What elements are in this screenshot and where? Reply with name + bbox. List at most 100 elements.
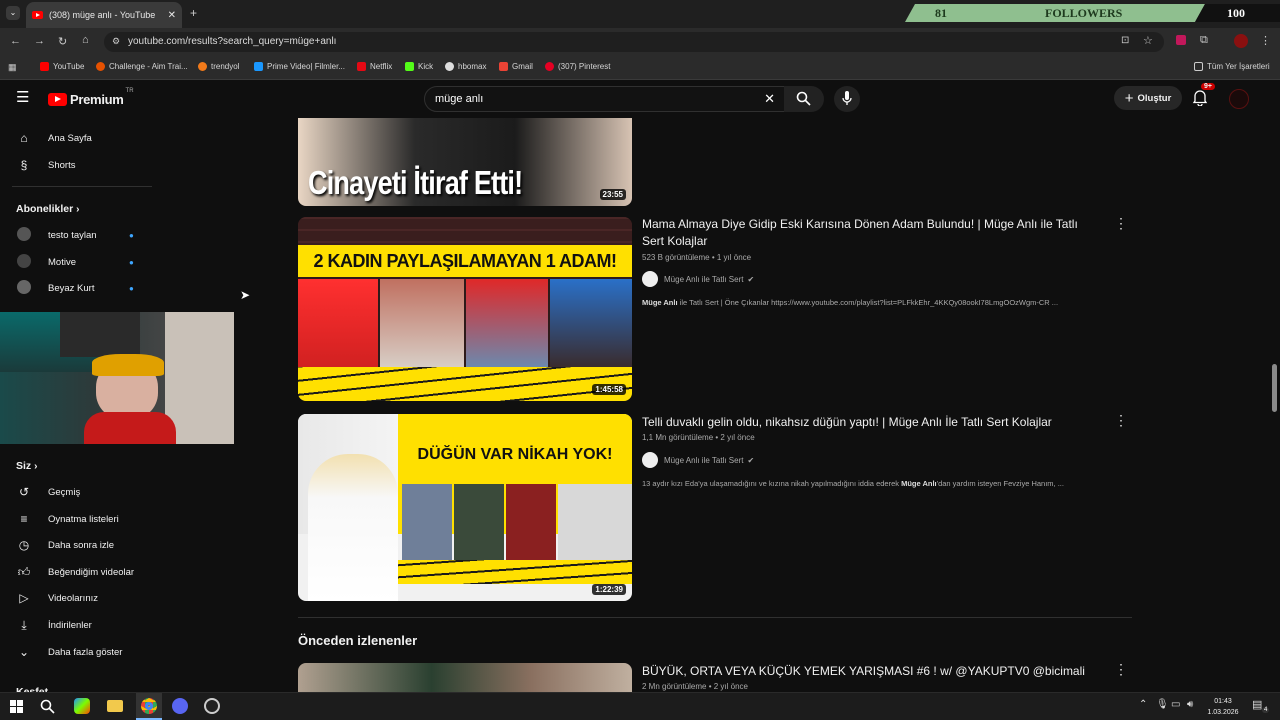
notification-badge: 9+ [1201,83,1215,90]
sidebar-sub-testo[interactable]: testo taylan ● [0,222,154,248]
close-tab-icon[interactable]: ✕ [168,10,176,21]
youtube-bookmark-icon [40,62,49,71]
bookmark-hbomax[interactable]: hbomax [445,62,486,71]
video-title[interactable]: BÜYÜK, ORTA VEYA KÜÇÜK YEMEK YARIŞMASI #… [642,663,1102,680]
verified-icon: ✔ [747,455,755,465]
prime-bookmark-icon [254,62,263,71]
file-explorer-icon[interactable] [107,700,123,712]
notifications-button[interactable]: 9+ [1192,83,1215,111]
forward-icon[interactable]: → [34,35,45,47]
tab-search-icon[interactable]: ⌄ [6,6,20,20]
account-avatar[interactable] [1229,89,1249,109]
extensions-puzzle-icon[interactable]: ⧉ [1200,34,1208,47]
bookmark-gmail[interactable]: Gmail [499,62,533,71]
clear-search-icon[interactable]: ✕ [764,91,775,107]
new-tab-button[interactable]: + [190,6,197,20]
thumbnail-text: Cinayeti İtiraf Etti! [308,164,523,201]
windows-start-icon[interactable] [10,700,23,713]
video-thumbnail[interactable] [298,663,632,692]
discord-icon[interactable] [172,698,188,714]
search-input[interactable]: müge anlı ✕ [424,86,788,112]
bookmark-netflix[interactable]: Netflix [357,62,392,71]
install-icon[interactable]: ⊡ [1121,35,1129,46]
volume-icon[interactable]: 🔊︎ [1187,699,1193,710]
channel-link[interactable]: Müge Anlı ile Tatlı Sert ✔ [642,271,754,287]
create-button[interactable]: + Oluştur [1114,86,1182,110]
video-thumbnail[interactable]: DÜĞÜN VAR NİKAH YOK! 1:22:39 [298,414,632,601]
profile-avatar[interactable] [1234,34,1248,48]
sidebar-item-home[interactable]: ⌂ Ana Sayfa [0,125,154,151]
youtube-logo[interactable]: Premium TR [48,88,134,107]
star-icon[interactable]: ☆ [1143,34,1153,47]
notification-center-icon[interactable]: ▤ [1252,698,1262,711]
copilot-icon[interactable] [74,698,90,714]
more-options-icon[interactable]: ⋮ [1114,413,1128,427]
chevron-down-icon: ⌄ [18,645,30,659]
sidebar-item-downloads[interactable]: ⤓ İndirilenler [0,612,154,638]
bookmark-aimtrainer[interactable]: Challenge - Aim Trai... [96,62,188,71]
home-icon[interactable]: ⌂ [82,34,89,46]
subscriptions-heading[interactable]: Abonelikler › [16,203,79,215]
video-title[interactable]: Telli duvaklı gelin oldu, nikahsız düğün… [642,414,1102,431]
bell-icon [1192,90,1208,107]
shorts-icon: § [20,158,28,172]
browser-menu-icon[interactable]: ⋮ [1260,34,1271,47]
obs-icon[interactable] [204,698,220,714]
sidebar-item-liked[interactable]: 👍︎ Beğendiğim videolar [0,559,154,585]
tray-chevron-icon[interactable]: ⌃ [1139,699,1147,710]
sidebar-item-show-more[interactable]: ⌄ Daha fazla göster [0,639,154,665]
bookmark-kick[interactable]: Kick [405,62,433,71]
reload-icon[interactable]: ↻ [58,35,67,48]
bookmark-trendyol[interactable]: trendyol [198,62,239,71]
create-label: Oluştur [1137,92,1172,104]
all-bookmarks[interactable]: Tüm Yer İşaretleri [1194,62,1270,71]
sidebar-item-your-videos[interactable]: ▷ Videolarınız [0,585,154,611]
thumbnail-text: DÜĞÜN VAR NİKAH YOK! [417,446,613,463]
verified-icon: ✔ [747,274,755,284]
bookmark-pinterest[interactable]: (307) Pinterest [545,62,610,71]
sidebar-sub-beyazkurt[interactable]: Beyaz Kurt ● [0,275,154,301]
browser-tab-bar: ⌄ (308) müge anlı - YouTube ✕ + 81 FOLLO… [0,0,1280,28]
video-duration: 23:55 [599,189,626,200]
network-icon[interactable]: ▭ [1171,699,1180,710]
url-field[interactable]: ⚙ youtube.com/results?search_query=müge+… [104,32,1164,52]
menu-icon[interactable]: ☰ [16,90,29,105]
divider [298,617,1132,618]
more-options-icon[interactable]: ⋮ [1114,662,1128,676]
browser-tab[interactable]: (308) müge anlı - YouTube ✕ [26,2,182,28]
page-scrollbar[interactable] [1272,364,1277,412]
bookmark-primevideo[interactable]: Prime Video| Filmler... [254,62,345,71]
followers-overlay: 81 FOLLOWERS 100 [905,4,1280,22]
microphone-icon [842,91,852,105]
clock[interactable]: 01:43 1.03.2026 [1200,696,1246,718]
apps-grid-icon[interactable]: ▦ [8,62,17,73]
back-icon[interactable]: ← [10,35,21,47]
chrome-taskbar-button[interactable] [136,693,162,720]
extension-icon[interactable] [1176,35,1186,45]
microphone-tray-icon[interactable]: 🎙︎ [1156,699,1169,710]
video-thumbnail[interactable]: 2 KADIN PAYLAŞILAMAYAN 1 ADAM! 1:45:58 [298,217,632,401]
you-heading[interactable]: Siz › [16,460,37,472]
voice-search-button[interactable] [834,86,860,112]
taskbar-search-icon[interactable] [40,699,55,714]
followers-count: 81 [935,6,947,20]
video-title[interactable]: Mama Almaya Diye Gidip Eski Karısına Dön… [642,216,1102,250]
bookmark-youtube[interactable]: YouTube [40,62,84,71]
sidebar-item-shorts[interactable]: § Shorts [0,152,154,178]
sidebar-item-playlists[interactable]: ≡ Oynatma listeleri [0,506,154,532]
site-info-icon[interactable]: ⚙ [112,36,120,47]
search-button[interactable] [784,86,824,112]
aim-bookmark-icon [96,62,105,71]
more-options-icon[interactable]: ⋮ [1114,216,1128,230]
video-description: 13 aydır kızı Eda'ya ulaşamadığını ve kı… [642,479,1064,488]
sidebar-item-history[interactable]: ↺ Geçmiş [0,479,154,505]
your-videos-icon: ▷ [19,591,29,605]
sidebar-item-watch-later[interactable]: ◷ Daha sonra izle [0,532,154,558]
channel-link[interactable]: Müge Anlı ile Tatlı Sert ✔ [642,452,754,468]
pinterest-bookmark-icon [545,62,554,71]
sidebar-sub-motive[interactable]: Motive ● [0,249,154,275]
hbomax-bookmark-icon [445,62,454,71]
channel-avatar [642,271,658,287]
new-content-dot: ● [129,283,134,293]
video-thumbnail[interactable]: Cinayeti İtiraf Etti! 23:55 [298,118,632,206]
